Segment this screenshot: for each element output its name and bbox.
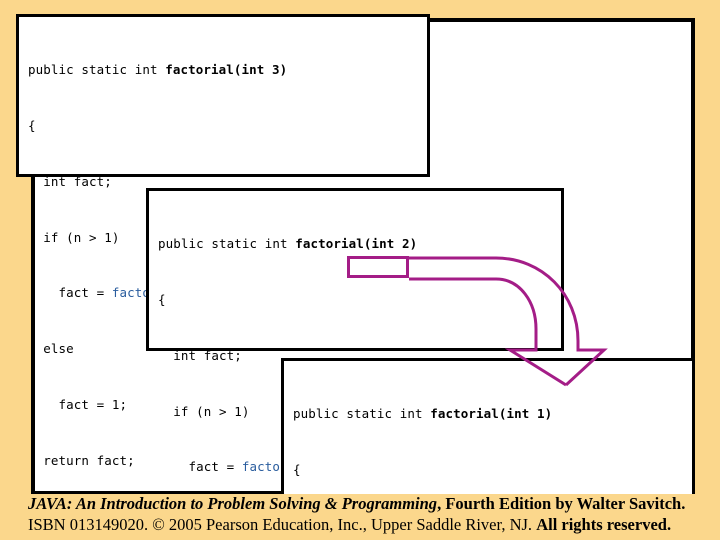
code-line-signature: public static int factorial(int 3) (28, 61, 427, 80)
signature-name: factorial(int 2) (295, 236, 418, 252)
code-line-signature: public static int factorial(int 1) (293, 405, 692, 424)
slide-canvas: public static int factorial(int 3) { int… (0, 0, 720, 540)
signature-name: factorial(int 3) (165, 62, 288, 78)
signature-prefix: public static int (158, 236, 296, 252)
signature-prefix: public static int (28, 62, 166, 78)
footer-copyright-line: ISBN 013149020. © 2005 Pearson Education… (28, 515, 671, 535)
footer-book-title: JAVA: An Introduction to Problem Solving… (28, 494, 438, 513)
footer-rights: All rights reserved. (536, 515, 672, 534)
assignment-prefix: fact = (28, 285, 112, 301)
footer-isbn: ISBN 013149020. © 2005 Pearson Education… (28, 515, 537, 534)
footer-citation-line: JAVA: An Introduction to Problem Solving… (28, 494, 685, 514)
code-line-signature: public static int factorial(int 2) (158, 235, 561, 254)
multiply-by-2-highlight-box (347, 256, 409, 278)
code-line: { (28, 117, 36, 133)
signature-prefix: public static int (293, 406, 431, 422)
footer-edition-author: , Fourth Edition by Walter Savitch. (437, 494, 686, 513)
code-line: { (158, 291, 166, 307)
code-box-factorial-3: public static int factorial(int 3) { int… (16, 14, 430, 523)
signature-name: factorial(int 1) (430, 406, 553, 422)
footer: JAVA: An Introduction to Problem Solving… (0, 494, 720, 540)
assignment-prefix: fact = (158, 459, 242, 475)
code-line: { (293, 461, 301, 477)
